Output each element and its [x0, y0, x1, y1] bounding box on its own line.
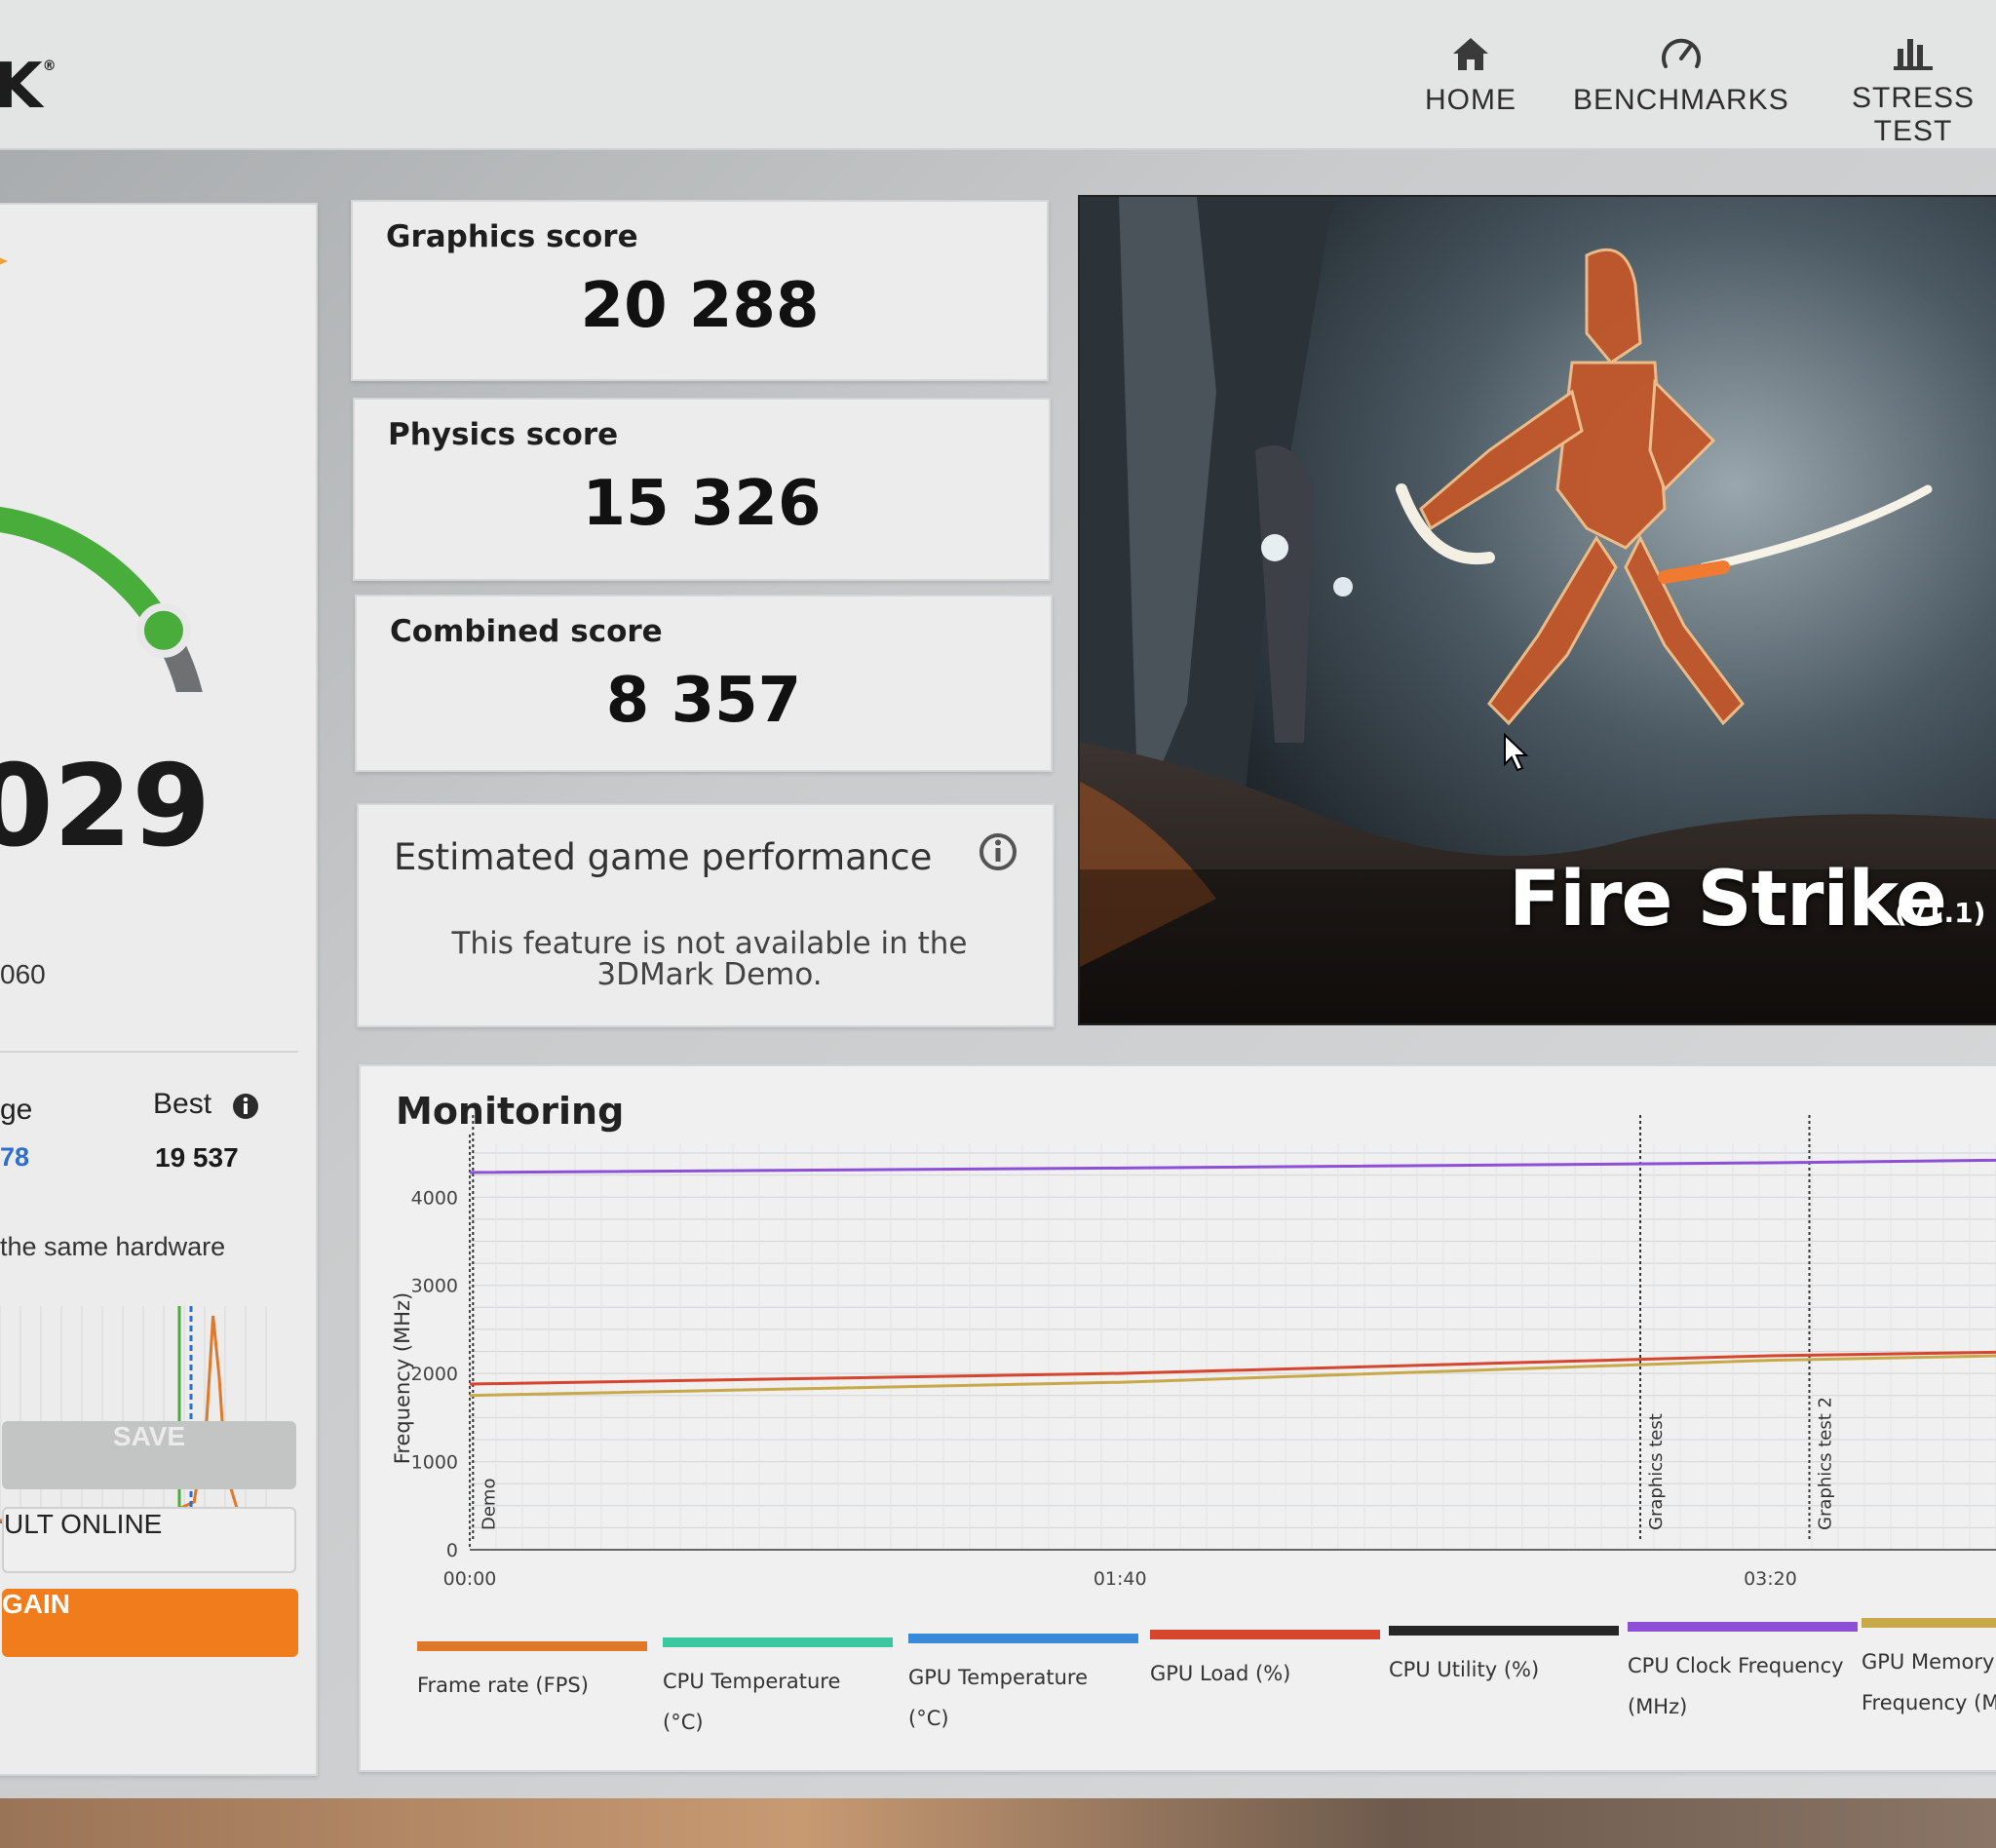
best-label: Best	[153, 1088, 212, 1120]
save-button[interactable]: SAVE	[2, 1421, 296, 1489]
nav-stress-test[interactable]: STRESS TEST	[1830, 31, 1996, 148]
gauge-icon	[1661, 38, 1701, 68]
legend-swatch	[1628, 1622, 1858, 1632]
legend-label[interactable]: CPU Temperature (°C)	[663, 1661, 887, 1743]
histogram-grid	[0, 1306, 267, 1522]
graphics-score-label: Graphics score	[386, 219, 638, 254]
legend-swatch	[1150, 1630, 1380, 1639]
result-summary-panel: 029 060 ge 78 Best 19 537 the same hardw…	[0, 203, 318, 1776]
legend-label[interactable]: GPU Memory Frequency (MHz)	[1862, 1641, 1996, 1723]
nav-home[interactable]: HOME	[1425, 35, 1516, 117]
x-axis: 00:00 01:40 03:20	[443, 1568, 1797, 1590]
y-axis: 0 1000 2000 3000 4000	[411, 1187, 458, 1561]
y-axis-label: Frequency (MHz)	[391, 1292, 414, 1464]
same-hardware-text: the same hardware	[0, 1232, 226, 1261]
legend-swatch	[908, 1634, 1138, 1643]
y-tick-label: 4000	[411, 1187, 458, 1209]
y-tick-label: 2000	[411, 1364, 458, 1385]
app-logo[interactable]: K®	[0, 51, 57, 123]
legend-swatch	[663, 1637, 893, 1647]
egp-title: Estimated game performance	[394, 836, 933, 878]
average-label: ge	[0, 1094, 33, 1126]
app-window: K® HOME BENCHMARKS STRESS TEST 029 060 g…	[0, 0, 1996, 1798]
summary-divider	[0, 1051, 298, 1053]
estimated-game-performance-card: Estimated game performance This feature …	[357, 803, 1055, 1027]
gauge-knob	[135, 602, 191, 658]
view-result-online-button[interactable]: ULT ONLINE	[2, 1507, 296, 1573]
desk-background	[0, 1798, 1996, 1848]
physics-score-value: 15 326	[582, 468, 822, 540]
logo-letter: K	[0, 51, 43, 123]
mouse-cursor-icon	[1504, 733, 1529, 772]
legend-swatch	[417, 1641, 647, 1651]
phase-marker-label: Graphics test 2	[1816, 1397, 1836, 1530]
graphics-score-card: Graphics score 20 288	[351, 200, 1049, 381]
top-nav-bar: K® HOME BENCHMARKS STRESS TEST	[0, 0, 1996, 150]
nav-benchmarks-label: BENCHMARKS	[1573, 84, 1789, 116]
y-tick-label: 1000	[411, 1452, 458, 1474]
logo-trademark: ®	[42, 58, 57, 74]
graphics-score-value: 20 288	[580, 270, 820, 342]
combined-score-card: Combined score 8 357	[355, 595, 1053, 772]
monitoring-panel: Monitoring 0 1000 2000 3000 4000 00:00 01:40 0…	[359, 1064, 1996, 1772]
legend-swatch	[1862, 1618, 1996, 1628]
chart-grid	[469, 1135, 1996, 1551]
y-tick-label: 0	[446, 1540, 458, 1561]
benchmark-title: Fire Strike	[1509, 856, 1947, 943]
run-again-button[interactable]: GAIN	[2, 1589, 298, 1657]
x-tick-label: 01:40	[1094, 1568, 1147, 1590]
x-tick-label: 03:20	[1744, 1568, 1797, 1590]
phase-marker-label: Demo	[479, 1479, 499, 1530]
gpu-name: 060	[0, 959, 46, 989]
bar-chart-icon	[1894, 39, 1933, 70]
combined-score-value: 8 357	[605, 665, 802, 737]
best-value: 19 537	[155, 1142, 239, 1173]
gauge-pointer-icon	[0, 257, 8, 265]
legend-swatch	[1389, 1626, 1619, 1636]
physics-score-card: Physics score 15 326	[353, 398, 1051, 581]
benchmark-version: (v1.1)	[1895, 897, 1986, 929]
info-icon[interactable]	[979, 832, 1017, 871]
benchmark-artwork: Fire Strike (v1.1)	[1078, 195, 1996, 1025]
combined-score-label: Combined score	[390, 614, 663, 649]
legend-label[interactable]: CPU Clock Frequency (MHz)	[1628, 1645, 1852, 1727]
info-icon[interactable]	[231, 1092, 260, 1121]
x-tick-label: 00:00	[443, 1568, 497, 1590]
nav-stress-test-label: STRESS TEST	[1851, 82, 1976, 147]
legend-label[interactable]: GPU Temperature (°C)	[908, 1657, 1132, 1739]
nav-home-label: HOME	[1425, 84, 1516, 116]
score-gauge	[0, 257, 203, 692]
home-icon	[1453, 38, 1488, 70]
legend-label[interactable]: CPU Utility (%)	[1389, 1649, 1613, 1690]
gauge-fill	[0, 506, 175, 637]
histogram-curve	[0, 1315, 264, 1522]
average-value: 78	[0, 1142, 30, 1172]
view-result-online-label: ULT ONLINE	[4, 1509, 163, 1539]
phase-marker-label: Graphics test	[1646, 1413, 1667, 1530]
nav-benchmarks[interactable]: BENCHMARKS	[1573, 33, 1789, 117]
run-again-label: GAIN	[2, 1589, 70, 1619]
legend-label[interactable]: GPU Load (%)	[1150, 1653, 1374, 1694]
y-tick-label: 3000	[411, 1276, 458, 1297]
legend-label[interactable]: Frame rate (FPS)	[417, 1665, 641, 1706]
physics-score-label: Physics score	[388, 417, 619, 452]
egp-message: This feature is not available in the 3DM…	[451, 926, 968, 992]
total-score: 029	[0, 741, 211, 872]
